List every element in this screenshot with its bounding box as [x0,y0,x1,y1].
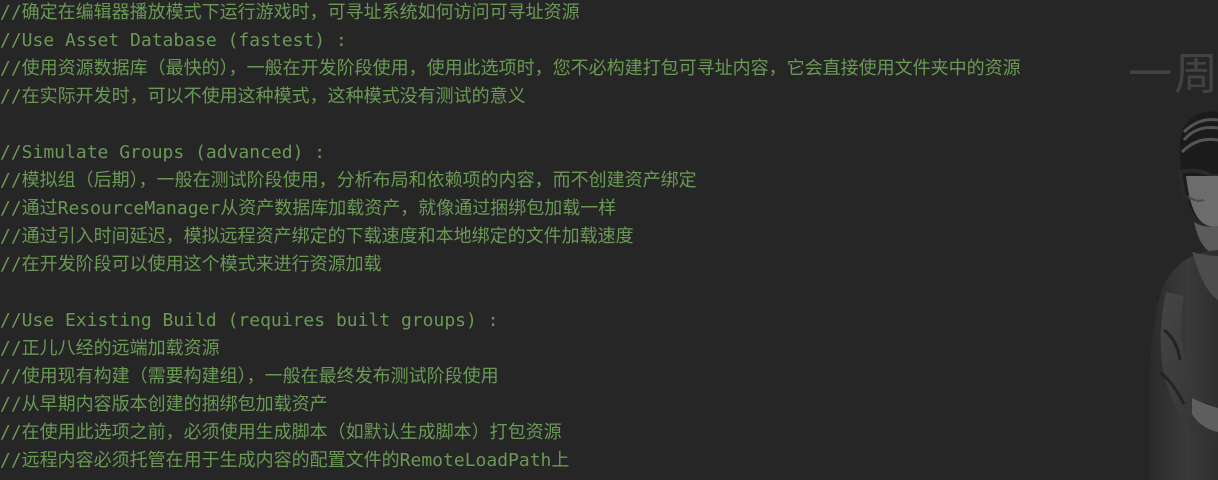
code-line-11[interactable] [0,279,1218,307]
code-line-17[interactable]: //远程内容必须托管在用于生成内容的配置文件的RemoteLoadPath上 [0,447,1218,475]
code-line-12[interactable]: //Use Existing Build (requires built gro… [0,307,1218,335]
code-line-13[interactable]: //正儿八经的远端加载资源 [0,335,1218,363]
code-line-6[interactable]: //Simulate Groups (advanced) : [0,139,1218,167]
code-line-3[interactable]: //使用资源数据库（最快的），一般在开发阶段使用，使用此选项时，您不必构建打包可… [0,55,1218,83]
code-line-8[interactable]: //通过ResourceManager从资产数据库加载资产，就像通过捆绑包加载一… [0,195,1218,223]
code-editor[interactable]: //确定在编辑器播放模式下运行游戏时，可寻址系统如何访问可寻址资源 //Use … [0,0,1218,480]
code-line-4[interactable]: //在实际开发时，可以不使用这种模式，这种模式没有测试的意义 [0,83,1218,111]
code-line-10[interactable]: //在开发阶段可以使用这个模式来进行资源加载 [0,251,1218,279]
code-line-14[interactable]: //使用现有构建（需要构建组），一般在最终发布测试阶段使用 [0,363,1218,391]
code-lines[interactable]: //确定在编辑器播放模式下运行游戏时，可寻址系统如何访问可寻址资源 //Use … [0,0,1218,480]
code-line-15[interactable]: //从早期内容版本创建的捆绑包加载资产 [0,391,1218,419]
code-line-7[interactable]: //模拟组（后期），一般在测试阶段使用，分析布局和依赖项的内容，而不创建资产绑定 [0,167,1218,195]
code-line-1[interactable]: //确定在编辑器播放模式下运行游戏时，可寻址系统如何访问可寻址资源 [0,0,1218,27]
code-line-2[interactable]: //Use Asset Database (fastest) : [0,27,1218,55]
code-line-16[interactable]: //在使用此选项之前，必须使用生成脚本（如默认生成脚本）打包资源 [0,419,1218,447]
code-line-9[interactable]: //通过引入时间延迟，模拟远程资产绑定的下载速度和本地绑定的文件加载速度 [0,223,1218,251]
code-line-5[interactable] [0,111,1218,139]
